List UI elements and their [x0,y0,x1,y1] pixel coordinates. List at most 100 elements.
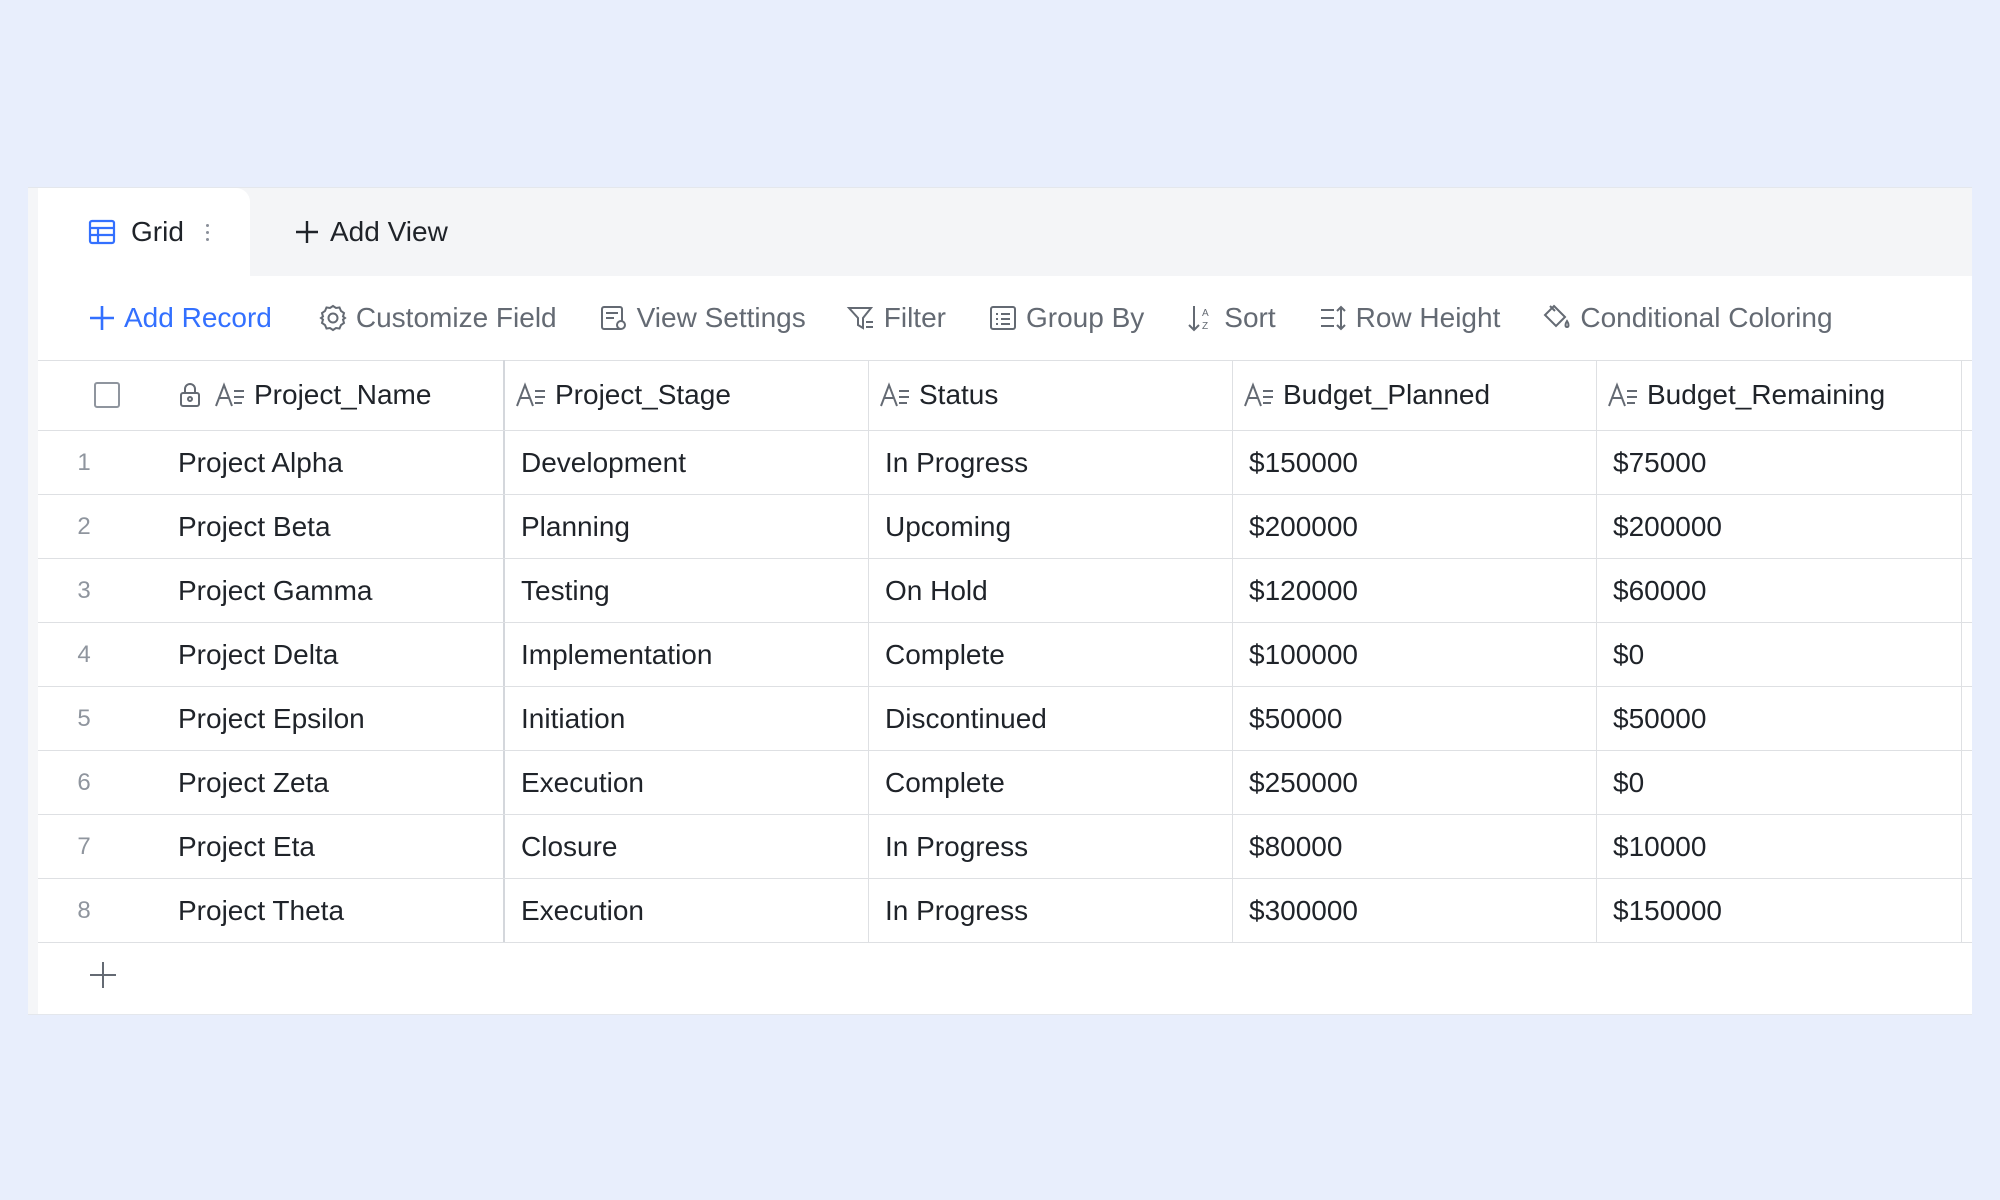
row-index-cell: 8 [38,879,178,942]
row-number: 1 [77,448,91,476]
cell-project-name[interactable]: Project Beta [178,495,505,558]
conditional-coloring-label: Conditional Coloring [1580,302,1833,333]
cell-project-name[interactable]: Project Epsilon [178,687,505,750]
gear-icon [319,304,347,332]
row-number: 6 [77,768,91,796]
text-field-icon [879,382,911,408]
header-cell-budget-remaining[interactable]: Budget_Remaining [1597,360,1962,430]
cell-project-stage[interactable]: Initiation [505,687,869,750]
row-number: 8 [77,896,91,924]
data-grid: Project_Name Project_Stage Status Budget… [38,360,1972,1007]
header-cell-status[interactable]: Status [869,360,1233,430]
header-cell-project-name[interactable]: Project_Name [178,360,505,430]
cell-project-name[interactable]: Project Alpha [178,431,505,494]
panel-edge [28,188,38,1014]
header-cell-project-stage[interactable]: Project_Stage [505,360,869,430]
cell-budget-planned[interactable]: $200000 [1233,495,1597,558]
table-row[interactable]: 7 Project Eta Closure In Progress $80000… [38,815,1972,879]
cell-budget-planned[interactable]: $100000 [1233,623,1597,686]
row-height-button[interactable]: Row Height [1318,302,1500,334]
sort-icon: A Z [1188,306,1209,332]
cell-budget-planned[interactable]: $80000 [1233,815,1597,878]
row-number: 2 [77,512,91,540]
header-filler [1962,360,1972,430]
cell-budget-planned[interactable]: $300000 [1233,879,1597,942]
select-all-checkbox[interactable] [94,382,120,408]
view-tab-bar: Grid Add View [38,188,1972,276]
more-vertical-icon[interactable] [205,223,209,241]
table-row[interactable]: 2 Project Beta Planning Upcoming $200000… [38,495,1972,559]
row-index-cell: 3 [38,559,178,622]
cell-budget-remaining[interactable]: $0 [1597,623,1962,686]
add-view-label: Add View [330,216,448,247]
cell-budget-remaining[interactable]: $200000 [1597,495,1962,558]
table-row[interactable]: 4 Project Delta Implementation Complete … [38,623,1972,687]
cell-budget-remaining[interactable]: $50000 [1597,687,1962,750]
add-view-button[interactable]: Add View [294,188,448,276]
row-filler [1962,623,1972,686]
view-settings-button[interactable]: View Settings [599,302,806,334]
table-row[interactable]: 5 Project Epsilon Initiation Discontinue… [38,687,1972,751]
filter-button[interactable]: Filter [846,302,946,334]
text-field-icon [214,382,246,408]
header-select-cell [38,360,178,430]
cell-budget-remaining[interactable]: $0 [1597,751,1962,814]
add-row-button[interactable] [38,943,1972,1007]
table-row[interactable]: 3 Project Gamma Testing On Hold $120000 … [38,559,1972,623]
cell-project-stage[interactable]: Closure [505,815,869,878]
cell-project-name[interactable]: Project Zeta [178,751,505,814]
header-cell-budget-planned[interactable]: Budget_Planned [1233,360,1597,430]
row-index-cell: 4 [38,623,178,686]
cell-project-name[interactable]: Project Gamma [178,559,505,622]
svg-text:A: A [1202,308,1209,319]
cell-budget-remaining[interactable]: $60000 [1597,559,1962,622]
filter-icon [846,307,873,330]
row-index-cell: 2 [38,495,178,558]
add-record-button[interactable]: Add Record [88,302,272,334]
cell-budget-planned[interactable]: $250000 [1233,751,1597,814]
table-row[interactable]: 8 Project Theta Execution In Progress $3… [38,879,1972,943]
group-icon [989,306,1016,330]
cell-project-stage[interactable]: Planning [505,495,869,558]
cell-status[interactable]: Complete [869,751,1233,814]
cell-project-stage[interactable]: Development [505,431,869,494]
lock-icon [178,382,202,408]
cell-status[interactable]: In Progress [869,879,1233,942]
svg-text:Z: Z [1202,321,1208,332]
row-height-icon [1320,305,1346,331]
cell-project-stage[interactable]: Execution [505,879,869,942]
cell-budget-planned[interactable]: $50000 [1233,687,1597,750]
table-row[interactable]: 1 Project Alpha Development In Progress … [38,431,1972,495]
cell-project-stage[interactable]: Testing [505,559,869,622]
row-number: 5 [77,704,91,732]
cell-project-name[interactable]: Project Delta [178,623,505,686]
filter-label: Filter [883,302,946,333]
cell-project-name[interactable]: Project Theta [178,879,505,942]
cell-budget-remaining[interactable]: $10000 [1597,815,1962,878]
cell-status[interactable]: Complete [869,623,1233,686]
view-settings-icon [600,306,626,330]
cell-project-name[interactable]: Project Eta [178,815,505,878]
conditional-coloring-button[interactable]: Conditional Coloring [1542,302,1833,334]
cell-status[interactable]: On Hold [869,559,1233,622]
grid-icon [88,218,116,246]
cell-status[interactable]: In Progress [869,431,1233,494]
sort-button[interactable]: A Z Sort [1186,302,1276,334]
cell-budget-remaining[interactable]: $75000 [1597,431,1962,494]
header-label: Budget_Planned [1283,379,1491,410]
cell-budget-planned[interactable]: $120000 [1233,559,1597,622]
header-row: Project_Name Project_Stage Status Budget… [38,360,1972,431]
group-by-button[interactable]: Group By [988,302,1144,334]
cell-status[interactable]: Upcoming [869,495,1233,558]
cell-budget-remaining[interactable]: $150000 [1597,879,1962,942]
row-filler [1962,687,1972,750]
customize-field-button[interactable]: Customize Field [318,302,557,334]
table-row[interactable]: 6 Project Zeta Execution Complete $25000… [38,751,1972,815]
cell-project-stage[interactable]: Execution [505,751,869,814]
tab-grid[interactable]: Grid [38,188,250,276]
cell-budget-planned[interactable]: $150000 [1233,431,1597,494]
header-label: Project_Name [254,379,432,410]
cell-status[interactable]: In Progress [869,815,1233,878]
cell-project-stage[interactable]: Implementation [505,623,869,686]
cell-status[interactable]: Discontinued [869,687,1233,750]
